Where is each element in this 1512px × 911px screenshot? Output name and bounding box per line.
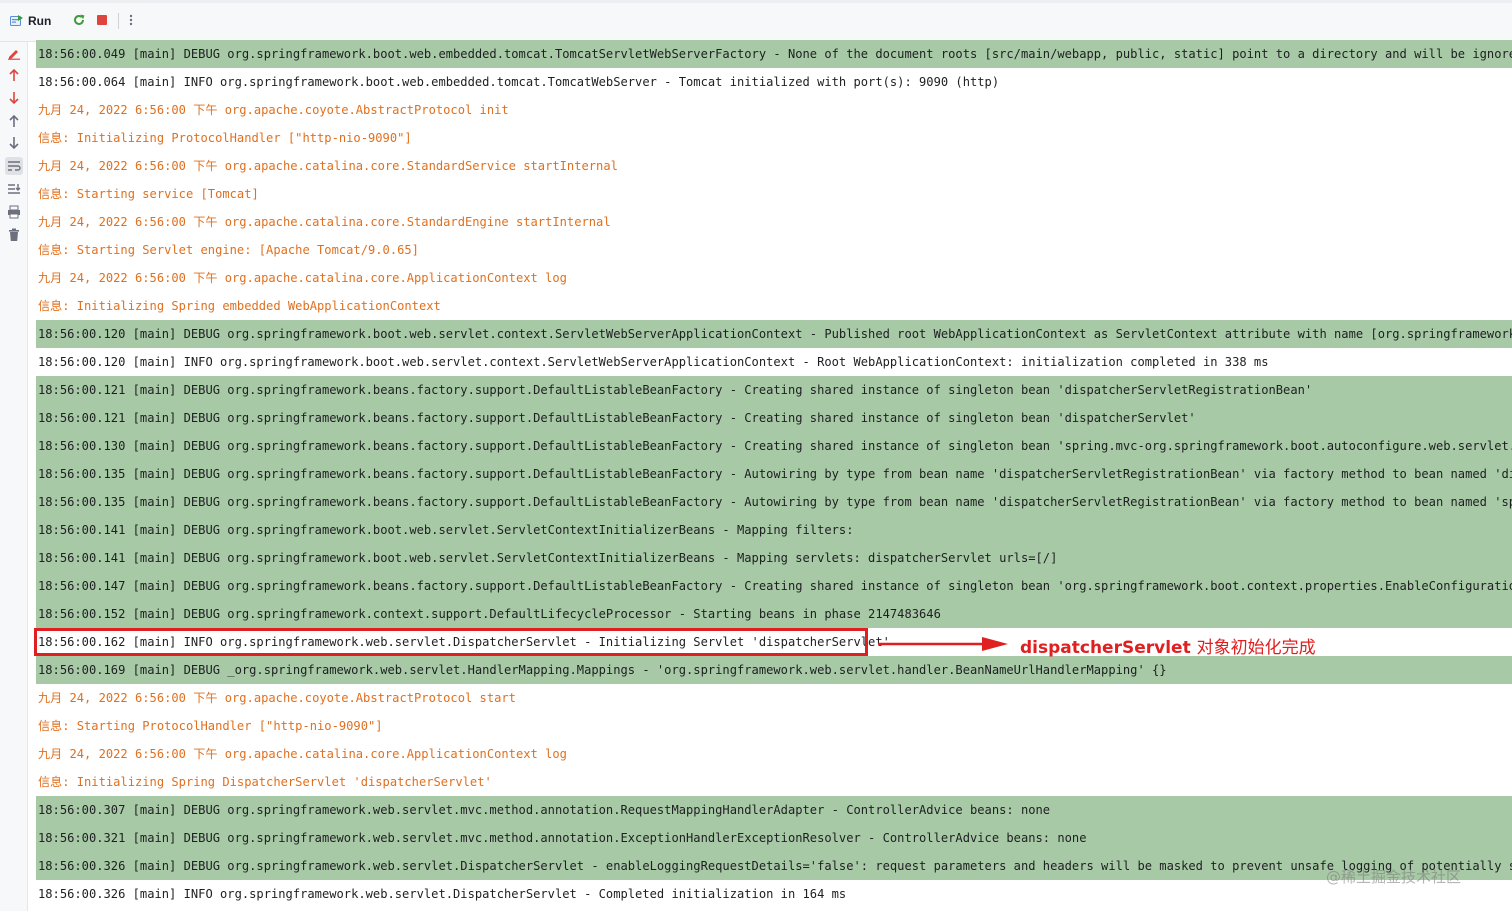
- rerun-icon[interactable]: [72, 13, 86, 27]
- trash-icon[interactable]: [5, 226, 23, 244]
- log-line-debug: 18:56:00.130 [main] DEBUG org.springfram…: [36, 432, 1512, 460]
- run-tab[interactable]: Run: [10, 12, 51, 30]
- console-side-toolbar: [0, 42, 28, 911]
- watermark: @稀土掘金技术社区: [1326, 868, 1462, 886]
- annotation-callout: dispatcherServlet 对象初始化完成: [1020, 633, 1316, 658]
- down-arrow-icon[interactable]: [5, 134, 23, 152]
- log-line-debug: 18:56:00.135 [main] DEBUG org.springfram…: [36, 460, 1512, 488]
- log-line-debug: 18:56:00.147 [main] DEBUG org.springfram…: [36, 572, 1512, 600]
- log-line-err: 信息: Starting service [Tomcat]: [36, 180, 1512, 208]
- print-icon[interactable]: [5, 203, 23, 221]
- soft-wrap-icon[interactable]: [5, 157, 23, 175]
- log-line-debug: 18:56:00.049 [main] DEBUG org.springfram…: [36, 40, 1512, 68]
- annotation-arrow-icon: [878, 637, 1008, 651]
- log-line-info: 18:56:00.120 [main] INFO org.springframe…: [36, 348, 1512, 376]
- more-icon[interactable]: [124, 13, 138, 27]
- run-toolbar: Run: [0, 0, 1512, 42]
- log-line-err: 九月 24, 2022 6:56:00 下午 org.apache.catali…: [36, 152, 1512, 180]
- log-line-err: 信息: Initializing Spring embedded WebAppl…: [36, 292, 1512, 320]
- log-line-err: 信息: Starting Servlet engine: [Apache Tom…: [36, 236, 1512, 264]
- log-line-info: 18:56:00.064 [main] INFO org.springframe…: [36, 68, 1512, 96]
- log-line-info: 18:56:00.326 [main] INFO org.springframe…: [36, 880, 1512, 908]
- log-line-debug: 18:56:00.141 [main] DEBUG org.springfram…: [36, 544, 1512, 572]
- log-line-debug: 18:56:00.135 [main] DEBUG org.springfram…: [36, 488, 1512, 516]
- up-arrow-icon[interactable]: [5, 112, 23, 130]
- run-icon: [10, 15, 23, 27]
- run-tab-label: Run: [28, 14, 52, 28]
- log-line-err: 信息: Starting ProtocolHandler ["http-nio-…: [36, 712, 1512, 740]
- log-line-debug: 18:56:00.120 [main] DEBUG org.springfram…: [36, 320, 1512, 348]
- scroll-to-end-icon[interactable]: [5, 180, 23, 198]
- log-line-debug: 18:56:00.152 [main] DEBUG org.springfram…: [36, 600, 1512, 628]
- annotation-label-en: dispatcherServlet: [1020, 638, 1197, 658]
- highlight-box: [34, 628, 868, 656]
- stop-icon[interactable]: [95, 13, 109, 27]
- annotation-label-cn: 对象初始化完成: [1196, 638, 1316, 658]
- console-output[interactable]: 18:56:00.049 [main] DEBUG org.springfram…: [36, 40, 1512, 911]
- log-line-debug: 18:56:00.326 [main] DEBUG org.springfram…: [36, 852, 1512, 880]
- toolbar-top-strip: [0, 0, 1512, 3]
- down-arrow-red-icon[interactable]: [5, 89, 23, 107]
- log-line-err: 九月 24, 2022 6:56:00 下午 org.apache.catali…: [36, 264, 1512, 292]
- log-line-err: 信息: Initializing Spring DispatcherServle…: [36, 768, 1512, 796]
- log-line-err: 九月 24, 2022 6:56:00 下午 org.apache.coyote…: [36, 96, 1512, 124]
- log-line-debug: 18:56:00.321 [main] DEBUG org.springfram…: [36, 824, 1512, 852]
- log-line-debug: 18:56:00.169 [main] DEBUG _org.springfra…: [36, 656, 1512, 684]
- log-line-err: 信息: Initializing ProtocolHandler ["http-…: [36, 124, 1512, 152]
- log-line-debug: 18:56:00.121 [main] DEBUG org.springfram…: [36, 404, 1512, 432]
- log-line-debug: 18:56:00.307 [main] DEBUG org.springfram…: [36, 796, 1512, 824]
- edit-config-icon[interactable]: [5, 44, 23, 62]
- log-line-err: 九月 24, 2022 6:56:00 下午 org.apache.coyote…: [36, 684, 1512, 712]
- log-line-err: 九月 24, 2022 6:56:00 下午 org.apache.catali…: [36, 208, 1512, 236]
- up-arrow-red-icon[interactable]: [5, 66, 23, 84]
- log-line-err: 九月 24, 2022 6:56:00 下午 org.apache.catali…: [36, 740, 1512, 768]
- log-line-debug: 18:56:00.121 [main] DEBUG org.springfram…: [36, 376, 1512, 404]
- log-line-debug: 18:56:00.141 [main] DEBUG org.springfram…: [36, 516, 1512, 544]
- toolbar-separator: [118, 13, 119, 29]
